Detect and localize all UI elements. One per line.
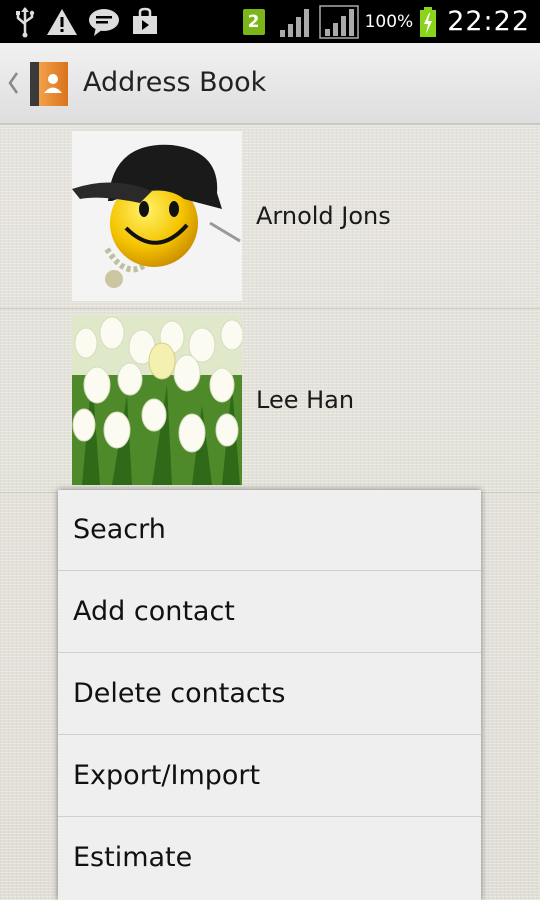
notification-icons — [14, 4, 160, 40]
signal-strength-icon — [318, 4, 359, 39]
list-item[interactable]: Lee Han — [0, 309, 540, 493]
white-tulips-avatar — [72, 315, 242, 485]
menu-item-search[interactable]: Seacrh — [58, 490, 481, 571]
menu-item-label: Estimate — [73, 842, 193, 873]
menu-item-export-import[interactable]: Export/Import — [58, 736, 481, 817]
action-bar: Address Book — [0, 43, 540, 125]
menu-item-label: Export/Import — [73, 760, 261, 791]
clock: 22:22 — [447, 6, 530, 37]
battery-percent: 100% — [364, 11, 414, 32]
menu-item-label: Delete contacts — [73, 678, 286, 709]
status-bar: 2 100% 22:22 — [0, 0, 540, 43]
menu-item-estimate[interactable]: Estimate — [58, 818, 481, 899]
menu-item-add-contact[interactable]: Add contact — [58, 572, 481, 653]
menu-item-label: Seacrh — [73, 514, 166, 545]
status-indicators: 2 100% 22:22 — [242, 0, 530, 43]
back-chevron-icon[interactable] — [6, 69, 20, 97]
usb-icon — [16, 7, 35, 38]
smiley-cap-avatar — [72, 131, 242, 301]
chat-bubble-icon — [89, 9, 119, 36]
contact-name: Lee Han — [256, 386, 355, 414]
warning-icon — [47, 9, 77, 35]
contact-name: Arnold Jons — [256, 202, 391, 230]
battery-charging-icon — [420, 6, 437, 37]
address-book-icon[interactable] — [30, 62, 68, 106]
shopping-bag-icon — [133, 7, 157, 34]
menu-item-label: Add contact — [73, 596, 235, 627]
menu-item-delete-contacts[interactable]: Delete contacts — [58, 654, 481, 735]
list-item[interactable]: Arnold Jons — [0, 125, 540, 309]
page-title: Address Book — [83, 67, 267, 98]
options-menu: Seacrh Add contact Delete contacts Expor… — [58, 490, 481, 900]
signal-icon — [279, 8, 309, 37]
sim-badge: 2 — [242, 8, 265, 35]
